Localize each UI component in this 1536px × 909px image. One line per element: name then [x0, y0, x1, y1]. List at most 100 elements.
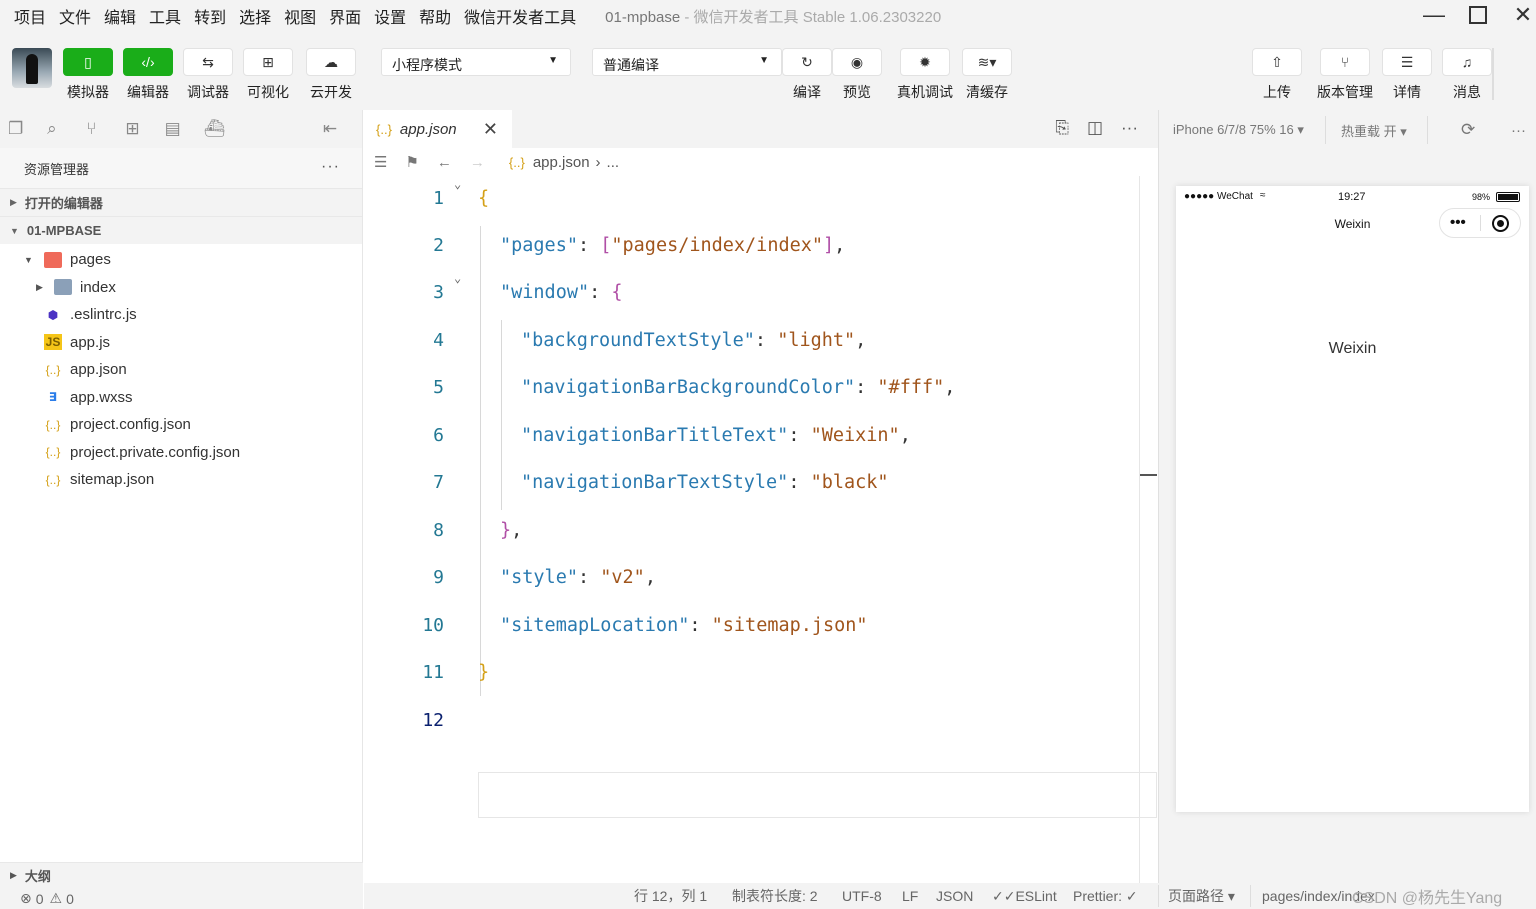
eol[interactable]: LF — [902, 888, 918, 904]
tree-item-eslintrc[interactable]: ⬢ .eslintrc.js — [0, 301, 362, 329]
tree-item-sitemap[interactable]: {..} sitemap.json — [0, 466, 362, 494]
forward-arrow-icon[interactable]: → — [470, 154, 485, 171]
tree-item-appjs[interactable]: JS app.js — [0, 329, 362, 357]
layout-icon: ⊞ — [243, 48, 293, 76]
clear-cache-button[interactable]: ≋▾ 清缓存 — [962, 48, 1012, 102]
search-icon[interactable]: ⌕ — [47, 119, 86, 139]
close-miniprogram-icon[interactable] — [1492, 215, 1509, 232]
json-key: "navigationBarTitleText" — [521, 425, 789, 446]
messages-button[interactable]: ♫ 消息 — [1442, 48, 1492, 102]
collapse-panel-icon[interactable]: ⇤ — [323, 119, 362, 139]
menu-project[interactable]: 项目 — [14, 4, 46, 28]
tab-app-json[interactable]: {..} app.json ✕ — [364, 110, 512, 148]
breadcrumb-file[interactable]: app.json — [533, 154, 590, 171]
clock-text: 19:27 — [1338, 191, 1366, 203]
upload-button[interactable]: ⇧ 上传 — [1252, 48, 1302, 102]
compile-mode-select[interactable]: 普通编译 ▼ — [592, 48, 782, 76]
branch-icon: ⑂ — [1320, 48, 1370, 76]
details-button[interactable]: ☰ 详情 — [1382, 48, 1432, 102]
version-button[interactable]: ⑂ 版本管理 — [1317, 48, 1373, 102]
eslint-label: ESLint — [1015, 887, 1057, 904]
prettier-status[interactable]: Prettier: ✓ — [1073, 888, 1138, 905]
tree-item-appjson[interactable]: {..} app.json — [0, 356, 362, 384]
menu-view[interactable]: 视图 — [284, 4, 316, 28]
code-text: "backgroundTextStyle": "light", — [521, 330, 867, 351]
preview-button[interactable]: ◉ 预览 — [832, 48, 882, 102]
scrollbar-thumb[interactable] — [1140, 474, 1157, 476]
fold-chevron-icon[interactable]: ⌄ — [454, 177, 461, 191]
open-changes-icon[interactable]: ⎘ — [1055, 118, 1069, 138]
json-key: "window" — [500, 282, 590, 303]
more-icon[interactable]: ··· — [1511, 122, 1526, 139]
more-icon[interactable]: ··· — [321, 158, 340, 176]
storage-icon[interactable]: ▤ — [165, 119, 204, 139]
menu-help[interactable]: 帮助 — [419, 4, 451, 28]
visual-button[interactable]: ⊞ 可视化 — [243, 48, 293, 102]
status-bar: 行 12，列 1 制表符长度: 2 UTF-8 LF JSON ✓✓ESLint… — [364, 883, 1536, 909]
menu-goto[interactable]: 转到 — [194, 4, 226, 28]
cursor-position[interactable]: 行 12，列 1 — [634, 886, 707, 906]
editor-button[interactable]: ‹/› 编辑器 — [123, 48, 173, 102]
fold-chevron-icon[interactable]: ⌄ — [454, 271, 461, 285]
page-path-select[interactable]: 页面路径 ▾ — [1168, 886, 1235, 906]
files-icon[interactable]: ❐ — [8, 119, 47, 139]
menu-select[interactable]: 选择 — [239, 4, 271, 28]
remote-debug-button[interactable]: ✹ 真机调试 — [897, 48, 953, 102]
menu-devtools[interactable]: 微信开发者工具 — [464, 4, 576, 28]
list-icon[interactable]: ☰ — [374, 153, 387, 171]
page-path-label: 页面路径 — [1168, 888, 1224, 904]
simulator-button[interactable]: ▯ 模拟器 — [63, 48, 113, 102]
extensions-icon[interactable]: ⊞ — [125, 119, 164, 139]
project-section[interactable]: ▼ 01-MPBASE — [0, 216, 362, 244]
more-actions-icon[interactable]: ··· — [1121, 118, 1138, 138]
open-editors-section[interactable]: ▶ 打开的编辑器 — [0, 188, 362, 216]
maximize-icon — [1469, 6, 1487, 24]
encoding[interactable]: UTF-8 — [842, 888, 882, 904]
menu-settings[interactable]: 设置 — [374, 4, 406, 28]
tree-item-pages[interactable]: ▼ pages — [0, 246, 362, 274]
tab-size[interactable]: 制表符长度: 2 — [732, 886, 818, 906]
avatar[interactable] — [12, 48, 52, 88]
close-icon: ✕ — [1513, 2, 1533, 27]
capsule-menu[interactable]: ••• — [1439, 208, 1521, 238]
language-mode[interactable]: JSON — [936, 888, 973, 904]
breadcrumb-more[interactable]: ... — [607, 154, 620, 171]
chevron-down-icon: ▼ — [10, 225, 19, 236]
cloud-button[interactable]: ☁ 云开发 — [306, 48, 356, 102]
code-line: 6 "navigationBarTitleText": "Weixin", — [364, 412, 1139, 459]
tree-item-index[interactable]: ▶ index — [0, 274, 362, 302]
menu-tools[interactable]: 工具 — [149, 4, 181, 28]
json-file-icon: {..} — [45, 362, 61, 377]
menu-edit[interactable]: 编辑 — [104, 4, 136, 28]
compile-button[interactable]: ↻ 编译 — [782, 48, 832, 102]
menu-interface[interactable]: 界面 — [329, 4, 361, 28]
minimize-button[interactable]: — — [1414, 0, 1454, 30]
messages-label: 消息 — [1453, 84, 1481, 100]
mode-select[interactable]: 小程序模式 ▼ — [381, 48, 571, 76]
source-control-icon[interactable]: ⑂ — [86, 119, 125, 139]
problems-indicator[interactable]: ⊗ 0 ⚠ 0 — [0, 888, 363, 909]
outline-section[interactable]: ▶ 大纲 — [0, 862, 363, 888]
watermark: CSDN @杨先生Yang — [1352, 890, 1503, 907]
menu-file[interactable]: 文件 — [59, 4, 91, 28]
tree-item-project-config[interactable]: {..} project.config.json — [0, 411, 362, 439]
json-file-icon: {..} — [45, 472, 61, 487]
debugger-button[interactable]: ⇆ 调试器 — [183, 48, 233, 102]
maximize-button[interactable] — [1458, 0, 1498, 30]
close-tab-icon[interactable]: ✕ — [483, 119, 498, 140]
split-editor-icon[interactable]: ◫ — [1087, 118, 1103, 138]
divider — [1325, 116, 1326, 144]
more-dots-icon[interactable]: ••• — [1450, 214, 1466, 231]
tree-item-project-private-config[interactable]: {..} project.private.config.json — [0, 439, 362, 467]
rotate-icon[interactable]: ⟳ — [1461, 120, 1475, 140]
code-text: "sitemapLocation": "sitemap.json" — [500, 615, 868, 636]
eslint-status[interactable]: ✓✓ESLint — [992, 888, 1057, 905]
back-arrow-icon[interactable]: ← — [437, 154, 452, 171]
bookmark-icon[interactable]: ⚑ — [405, 153, 418, 171]
device-select[interactable]: iPhone 6/7/8 75% 16 ▾ — [1173, 122, 1304, 138]
line-number: 6 — [433, 425, 444, 446]
hot-reload-toggle[interactable]: 热重载 开 ▾ — [1341, 121, 1407, 140]
close-window-button[interactable]: ✕ — [1503, 0, 1536, 30]
docker-icon[interactable]: ⛴ — [204, 119, 243, 139]
tree-item-appwxss[interactable]: ∃ app.wxss — [0, 384, 362, 412]
